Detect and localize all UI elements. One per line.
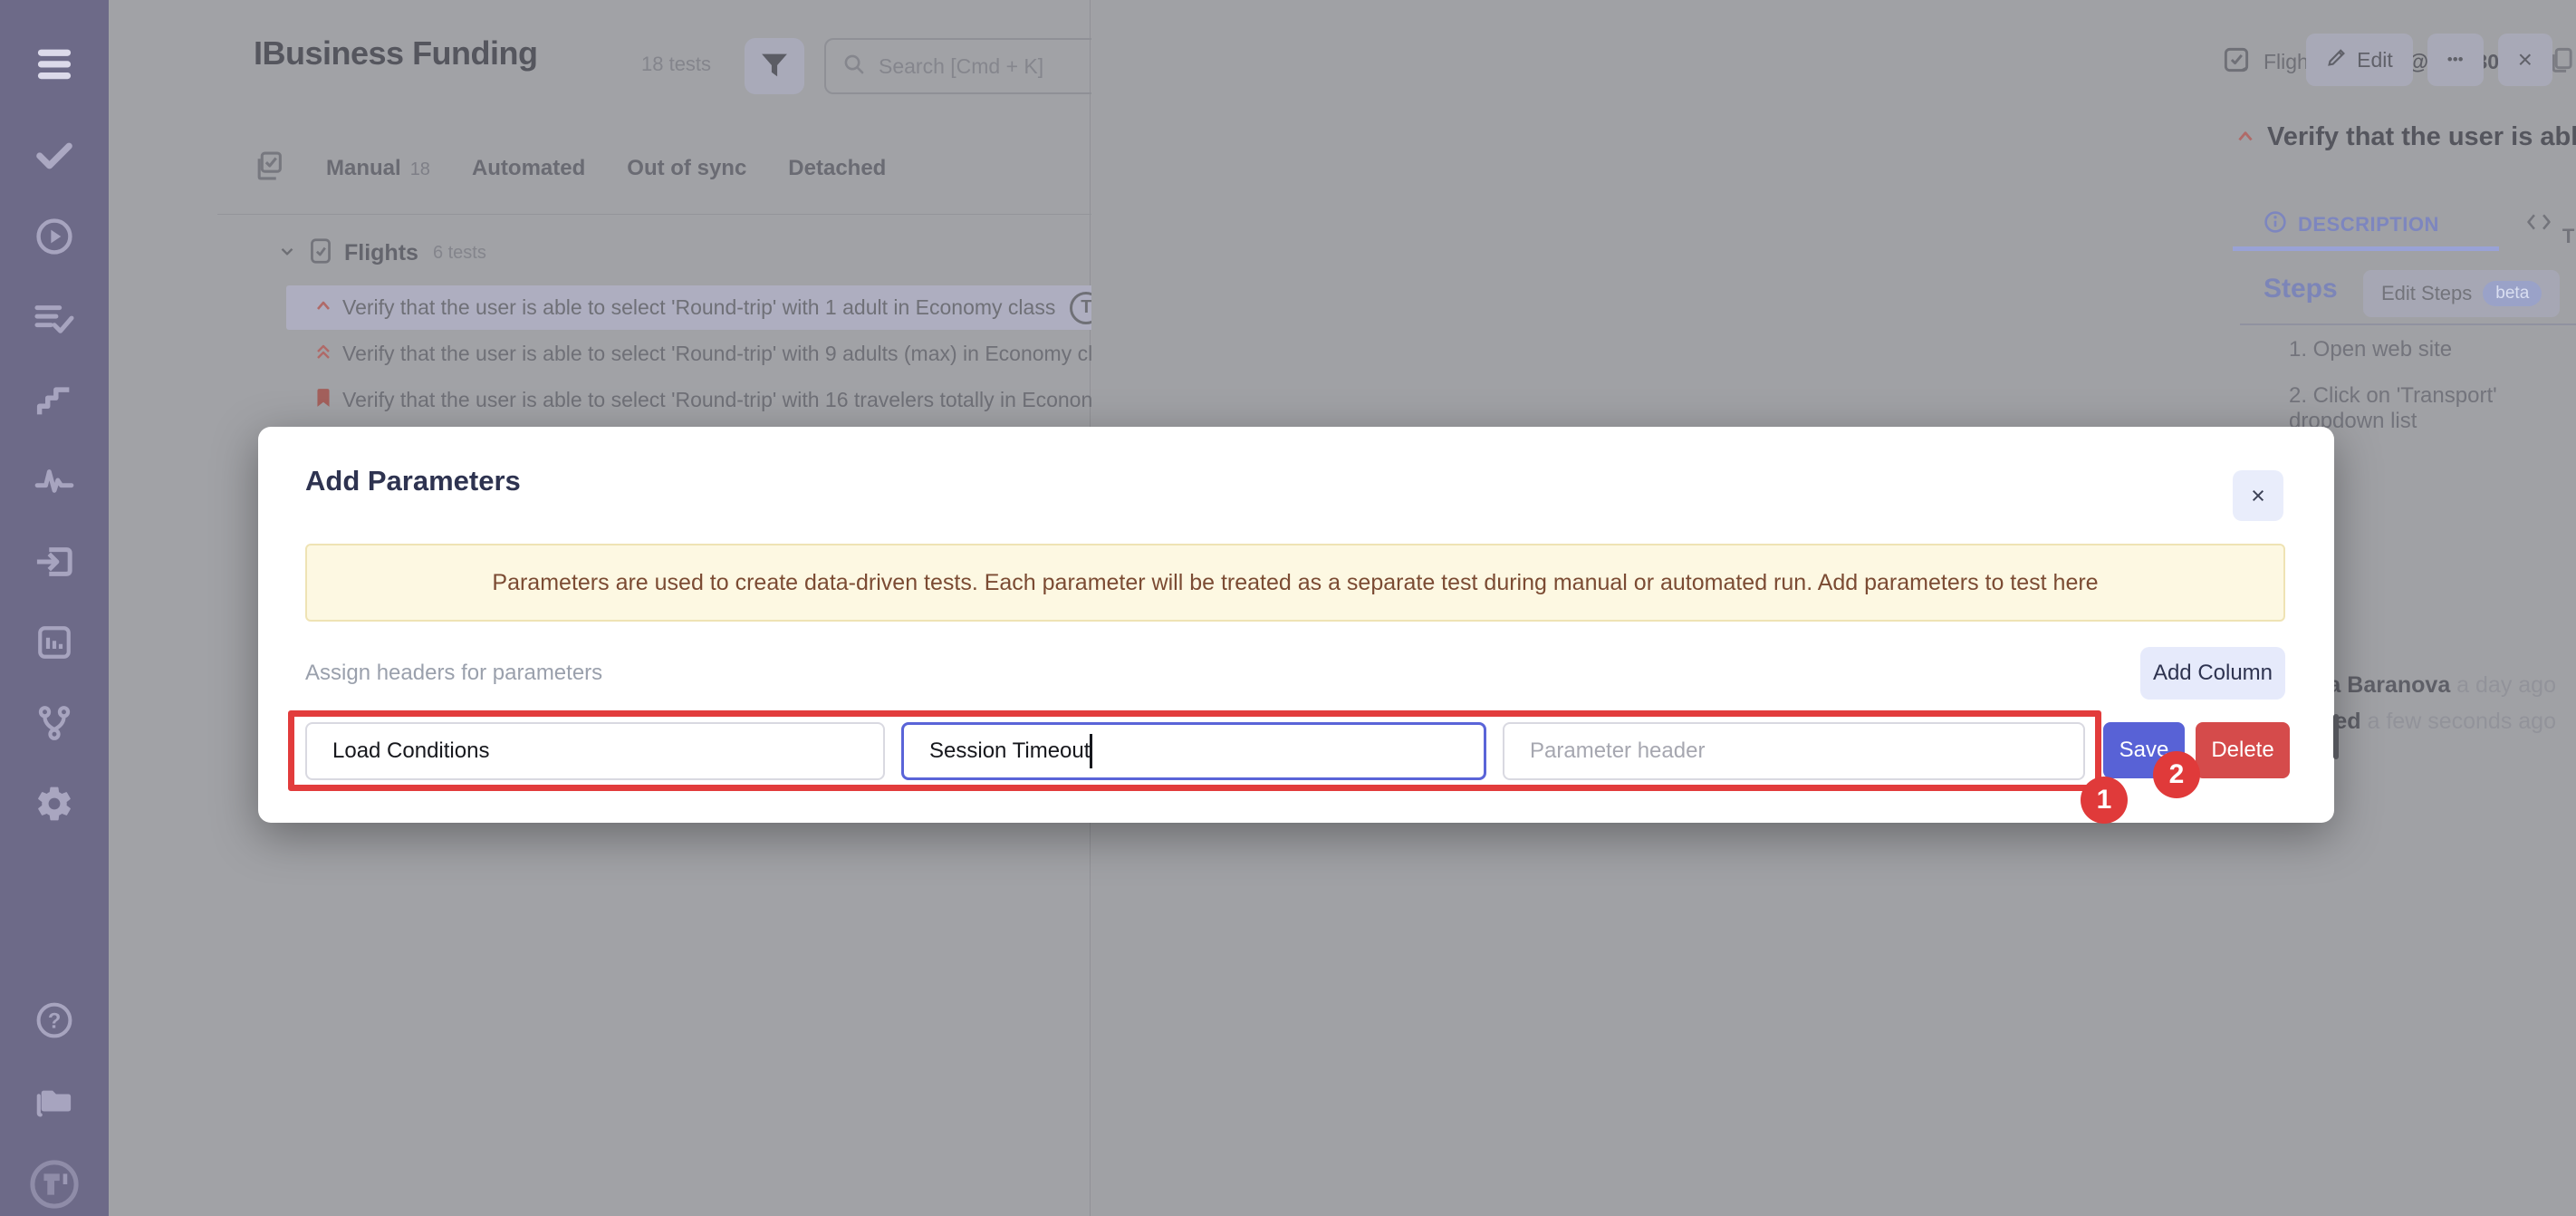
chevron-down-icon [277,241,297,265]
funnel-icon [759,51,790,82]
project-title: IBusiness Funding [254,34,538,72]
import-icon[interactable] [0,530,109,594]
search-box[interactable] [824,38,1125,94]
add-parameters-modal: Add Parameters × Parameters are used to … [258,427,2334,823]
annotation-badge-2: 2 [2153,751,2200,798]
test-row[interactable]: Verify that the user is able to select '… [286,332,1199,376]
app-sidebar: ? [0,0,109,1216]
priority-high-icon [2235,125,2256,151]
detail-tabs: DESCRIPTION CODE TEMPLATE ATTACHMENTS RU… [2264,201,2576,248]
app-logo-icon[interactable] [0,1153,109,1216]
run-play-icon[interactable] [0,205,109,268]
author-meta: na Baranova a day ago [2314,672,2556,699]
active-tab-underline [2233,246,2499,251]
filter-button[interactable] [745,38,804,94]
reports-chart-icon[interactable] [0,611,109,674]
assign-headers-label: Assign headers for parameters [305,661,602,686]
add-column-button[interactable]: Add Column [2140,647,2285,700]
tests-check-icon[interactable] [0,124,109,188]
close-panel-button[interactable]: × [2498,34,2552,86]
test-row[interactable]: Verify that the user is able to select '… [286,285,1199,330]
more-options-button[interactable]: ••• [2427,34,2484,86]
info-banner: Parameters are used to create data-drive… [305,544,2285,622]
pulse-analytics-icon[interactable] [0,449,109,512]
test-header: Verify that the user is able to select '… [2235,121,2576,153]
steps-heading: Steps [2264,274,2338,304]
test-title-heading: Verify that the user is able to select '… [2267,121,2576,153]
steps-stairs-icon[interactable] [0,368,109,431]
pencil-icon [2326,46,2348,73]
priority-highest-icon [313,342,333,366]
info-banner-text: Parameters are used to create data-drive… [492,570,2098,596]
parameter-header-input-2[interactable] [901,722,1486,780]
bulk-select-icon[interactable] [254,150,284,186]
step-item: 1. Open web site [2289,337,2452,362]
test-title: Verify that the user is able to select '… [342,295,1055,320]
help-icon[interactable]: ? [0,989,109,1052]
search-icon [842,53,866,81]
tabs-divider [217,214,1199,215]
steps-divider [2240,323,2576,325]
tab-automated[interactable]: Automated [472,156,585,181]
modal-close-button[interactable]: × [2233,470,2283,521]
test-doc-icon [2222,45,2251,79]
tab-out-of-sync[interactable]: Out of sync [627,156,746,181]
suite-tests-count: 6 tests [433,243,486,264]
suite-row-flights[interactable]: Flights 6 tests [277,237,486,269]
annotation-badge-1: 1 [2081,777,2128,824]
projects-folders-icon[interactable] [0,1071,109,1134]
branches-icon[interactable] [0,691,109,755]
updated-meta: lated a few seconds ago [2308,709,2556,735]
parameter-header-input-3[interactable] [1503,722,2085,780]
modal-title: Add Parameters [305,465,521,497]
edit-steps-button[interactable]: Edit Steps beta [2363,270,2560,317]
close-icon: × [2251,482,2265,509]
tab-manual[interactable]: Manual18 [326,156,430,181]
delete-button[interactable]: Delete [2196,722,2290,778]
project-tests-count: 18 tests [641,53,711,76]
test-title: Verify that the user is able to select '… [342,388,1092,412]
test-title: Verify that the user is able to select '… [342,342,1092,366]
code-icon [2526,211,2552,238]
priority-critical-icon [313,387,333,413]
tab-description[interactable]: DESCRIPTION [2264,201,2439,248]
scrollbar-thumb[interactable] [2333,714,2339,759]
test-plans-icon[interactable] [0,287,109,351]
parameter-header-input-1[interactable] [305,722,885,780]
hamburger-menu-icon[interactable] [0,32,109,95]
search-input[interactable] [879,54,1087,79]
header-actions: Edit ••• × [2306,34,2552,86]
settings-gear-icon[interactable] [0,772,109,835]
info-icon [2264,210,2287,239]
tab-code-template[interactable]: CODE TEMPLATE [2526,201,2576,248]
test-row[interactable]: Verify that the user is able to select '… [286,378,1199,422]
tab-detached[interactable]: Detached [788,156,886,181]
text-cursor [1090,734,1092,768]
priority-high-icon [313,295,333,320]
svg-text:?: ? [48,1009,62,1033]
step-item: 2. Click on 'Transport' dropdown list [2289,383,2576,434]
suite-name: Flights [344,240,418,266]
edit-button[interactable]: Edit [2306,34,2413,86]
tests-filter-tabs: Manual18 Automated Out of sync Detached [254,150,886,186]
beta-badge: beta [2483,281,2542,306]
suite-doc-icon [308,237,333,269]
